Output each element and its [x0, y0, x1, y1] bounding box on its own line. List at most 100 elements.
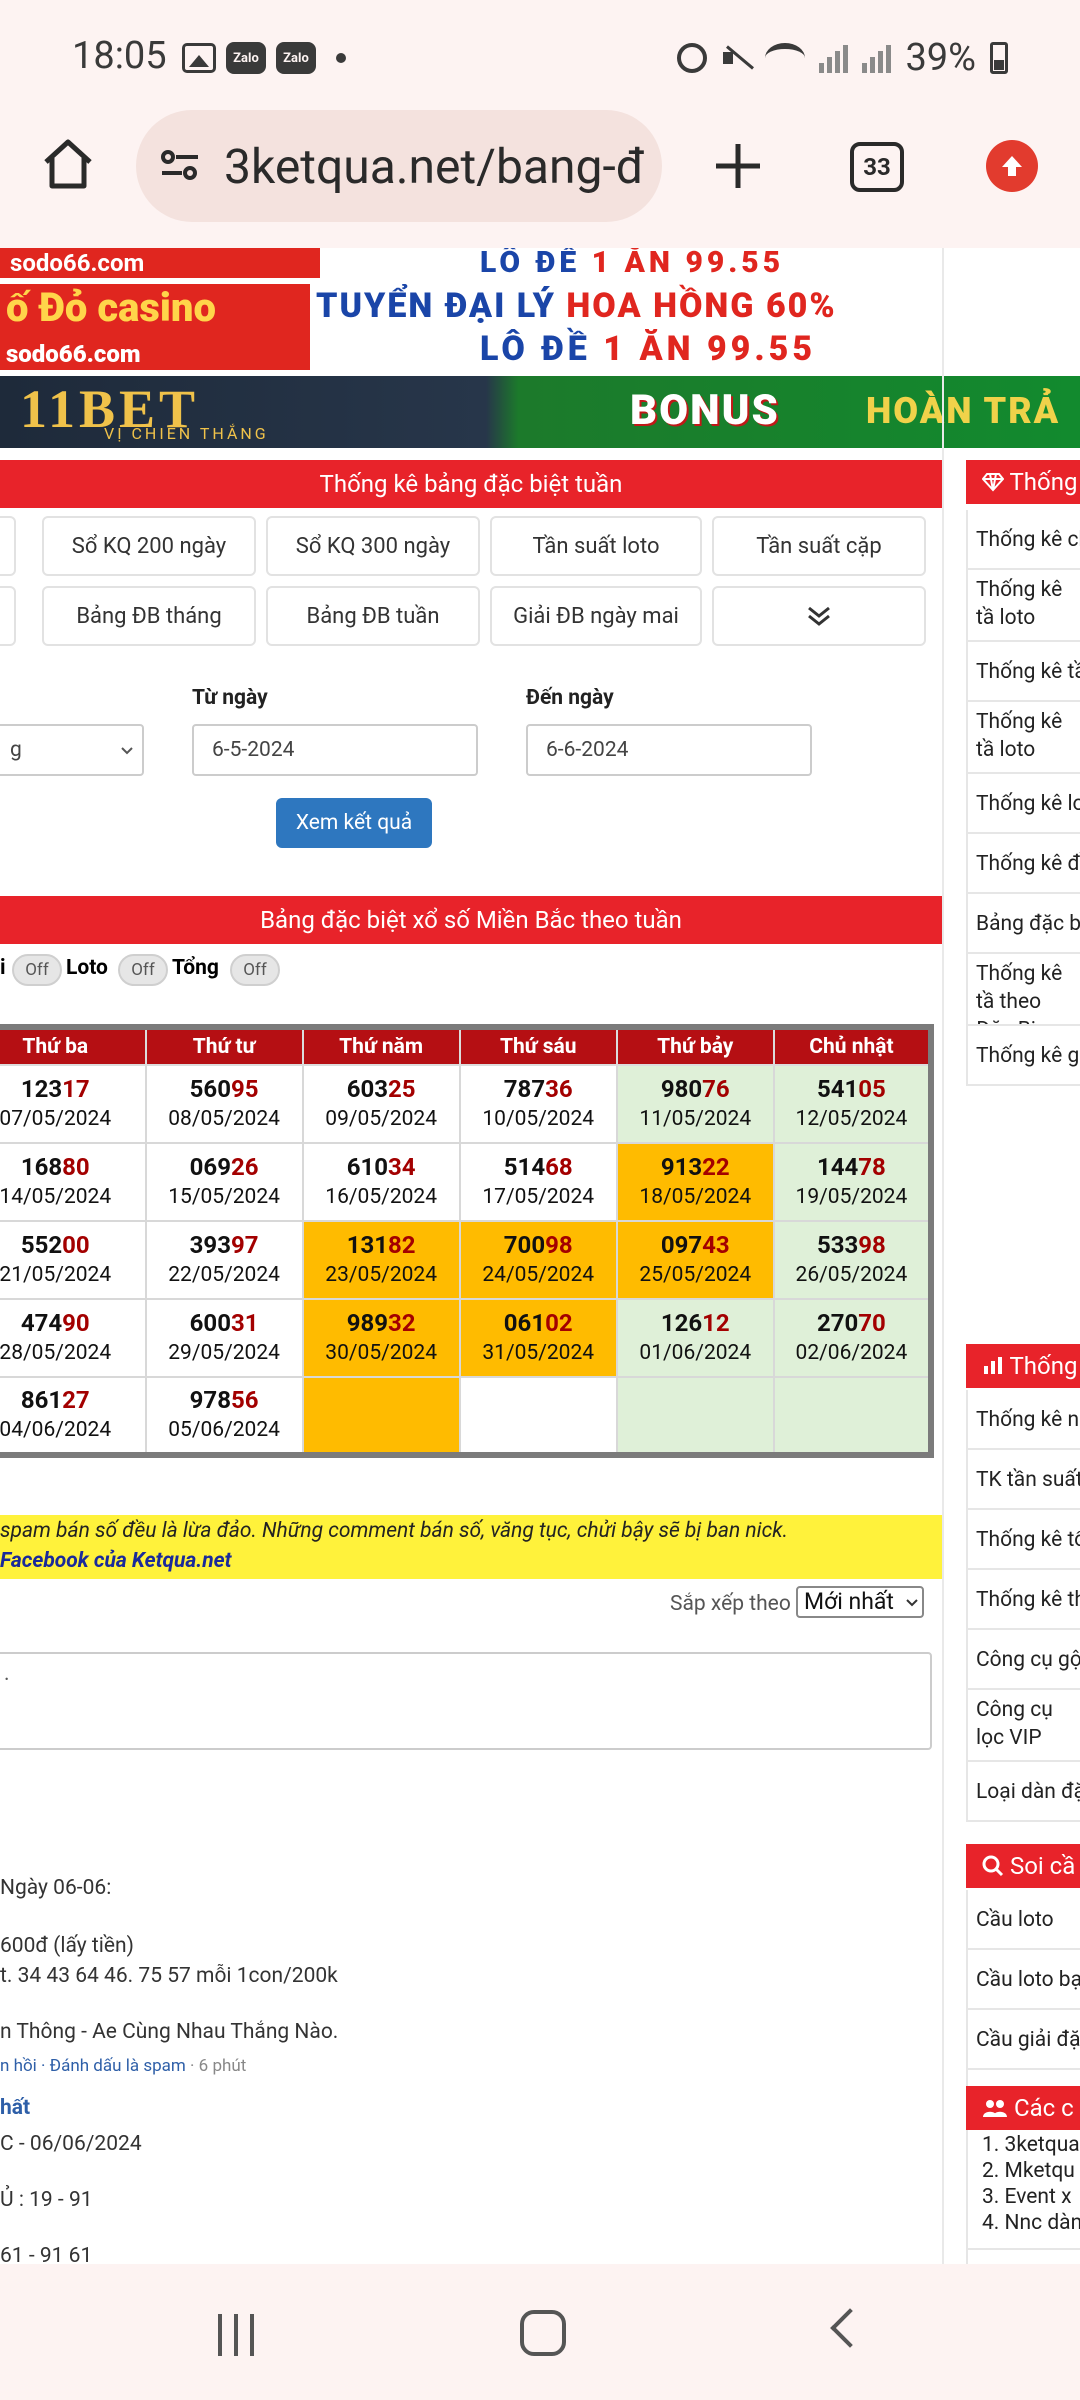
home-nav-icon[interactable] — [520, 2310, 566, 2356]
facebook-link[interactable]: Facebook của Ketqua.net — [0, 1549, 232, 1573]
sidebar-link[interactable]: Thống kê lo — [966, 774, 1080, 834]
nav-button[interactable]: Sổ KQ 200 ngày — [42, 516, 256, 576]
status-time: 18:05 — [72, 34, 167, 78]
update-icon[interactable] — [986, 140, 1038, 192]
comment-text: t. 34 43 64 46. 75 57 mỗi 1con/200k — [0, 1964, 338, 1988]
tabs-button[interactable]: 33 — [850, 142, 904, 192]
diamond-icon — [981, 473, 1005, 492]
nav-button[interactable]: Bảng ĐB tháng — [42, 586, 256, 646]
result-number: 53398 — [775, 1230, 928, 1260]
sidebar-link[interactable]: 1. 3ketqua — [966, 2132, 1080, 2158]
result-date: 10/05/2024 — [482, 1107, 595, 1131]
ad-banner-sodo66[interactable]: ố Đỏ casino sodo66.com TUYỂN ĐẠI LÝ HOA … — [0, 284, 1080, 370]
result-prefix: 144 — [816, 1153, 859, 1181]
recent-apps-icon[interactable] — [218, 2314, 262, 2356]
comment-input[interactable]: . — [0, 1652, 932, 1750]
table-row: 55200 21/05/2024 39397 22/05/2024 13182 23/05… — [0, 1220, 933, 1300]
sidebar-link[interactable]: Công cụ lọc VIP — [966, 1690, 1080, 1762]
result-last-two: 34 — [388, 1153, 416, 1181]
nav-button-partial[interactable] — [0, 516, 16, 576]
sidebar-link[interactable]: Thống kê th — [966, 1570, 1080, 1630]
result-date: 02/06/2024 — [795, 1341, 908, 1365]
home-icon[interactable] — [40, 136, 96, 192]
sidebar-link[interactable]: TK tần suất — [966, 1450, 1080, 1510]
comment-time: · 6 phút — [185, 2056, 247, 2076]
toggle-switch-tong[interactable]: Off — [230, 954, 280, 986]
sidebar-link[interactable]: Công cụ gộ — [966, 1630, 1080, 1690]
result-cell: 53398 26/05/2024 — [772, 1220, 933, 1300]
sidebar-link[interactable]: Thống kê tầ theo Đặc Bi — [966, 954, 1080, 1026]
result-date: 24/05/2024 — [482, 1263, 595, 1287]
sidebar-link[interactable]: Thống kê tầ — [966, 642, 1080, 702]
sidebar-header: Thống — [966, 460, 1080, 504]
to-date-input[interactable]: 6-6-2024 — [526, 724, 812, 776]
result-date: 17/05/2024 — [482, 1185, 595, 1209]
sidebar-link[interactable]: Cầu loto bạ — [966, 1950, 1080, 2010]
nav-button[interactable]: Tần suất cặp — [712, 516, 926, 576]
column-header: Thứ sáu — [458, 1026, 618, 1066]
nav-button-partial[interactable] — [0, 586, 16, 646]
system-nav-bar — [0, 2264, 1080, 2400]
result-number: 12317 — [0, 1074, 145, 1104]
result-number: 56095 — [147, 1074, 302, 1104]
result-cell: 16880 14/05/2024 — [0, 1142, 147, 1222]
table-row: 86127 04/06/2024 97856 05/06/2024 — [0, 1376, 933, 1456]
comment-text: 600đ (lấy tiền) — [0, 1934, 134, 1958]
toggle-switch-loto[interactable]: Off — [118, 954, 168, 986]
nav-button[interactable]: Giải ĐB ngày mai — [490, 586, 702, 646]
nav-button[interactable]: Tần suất loto — [490, 516, 702, 576]
result-date: 15/05/2024 — [168, 1185, 280, 1209]
nav-button[interactable]: Bảng ĐB tuần — [266, 586, 480, 646]
sidebar-link[interactable]: Thống kê đầ — [966, 834, 1080, 894]
sidebar-link[interactable]: Thống kê tầ loto — [966, 702, 1080, 774]
toggle-label: i — [0, 956, 6, 980]
table-header-row: Thứ ba Thứ tư Thứ năm Thứ sáu Thứ bảy Ch… — [0, 1026, 933, 1066]
result-last-two: 76 — [702, 1075, 730, 1103]
from-date-input[interactable]: 6-5-2024 — [192, 724, 478, 776]
result-last-two: 12 — [702, 1309, 730, 1337]
sidebar-link[interactable]: Cầu loto — [966, 1890, 1080, 1950]
result-date: 29/05/2024 — [168, 1341, 280, 1365]
view-results-button[interactable]: Xem kết quả — [276, 798, 432, 848]
sidebar-link[interactable]: Bảng đặc b — [966, 894, 1080, 954]
nav-button[interactable]: Sổ KQ 300 ngày — [266, 516, 480, 576]
sidebar-link[interactable]: Thống kê tổ — [966, 1510, 1080, 1570]
sidebar-link[interactable]: Cầu giải đặ — [966, 2010, 1080, 2070]
sidebar-link[interactable]: Thống kê tầ loto — [966, 570, 1080, 642]
new-tab-icon[interactable] — [710, 138, 766, 194]
result-prefix: 069 — [189, 1153, 231, 1181]
result-prefix: 123 — [20, 1075, 63, 1103]
type-select[interactable]: g — [0, 724, 144, 776]
result-cell: 12612 01/06/2024 — [615, 1298, 775, 1378]
sidebar-link[interactable]: 3. Event x — [966, 2184, 1080, 2210]
address-bar[interactable]: 3ketqua.net/bang-đ — [136, 110, 662, 222]
result-last-two: 00 — [62, 1231, 90, 1259]
url-text: 3ketqua.net/bang-đ — [224, 138, 645, 195]
ad-banner-sodo66-top[interactable]: sodo66.com LÔ ĐỀ 1 ĂN 99.55 — [0, 248, 1080, 278]
result-date: 22/05/2024 — [168, 1263, 280, 1287]
sidebar-link[interactable]: Tổng hợp cầ — [966, 2250, 1080, 2264]
site-settings-icon[interactable] — [160, 150, 200, 180]
comment-username[interactable]: hất — [0, 2096, 30, 2120]
column-divider — [942, 248, 944, 2264]
sort-select[interactable]: Mới nhất — [796, 1586, 924, 1618]
sidebar-header-text: Soi cầ — [1009, 1852, 1076, 1880]
sidebar-link[interactable]: Thống kê ch — [966, 510, 1080, 570]
mark-spam-link[interactable]: · Đánh dấu là spam — [37, 2056, 186, 2076]
table-row: 16880 14/05/2024 06926 15/05/2024 61034 16/05… — [0, 1142, 933, 1222]
result-prefix: 980 — [660, 1075, 703, 1103]
result-prefix: 978 — [189, 1386, 231, 1414]
sidebar-link[interactable]: 2. Mketqu — [966, 2158, 1080, 2184]
back-icon[interactable] — [830, 2308, 870, 2348]
reply-link[interactable]: n hồi — [0, 2056, 37, 2076]
sidebar-header-text: Thống — [1009, 1352, 1078, 1380]
banner-text: BONUS — [630, 386, 780, 435]
sidebar-link[interactable]: 4. Nnc dàn — [966, 2210, 1080, 2236]
sidebar-link[interactable]: Thống kê gi — [966, 1026, 1080, 1086]
sidebar-link[interactable]: Loại dàn đặ — [966, 1762, 1080, 1822]
toggle-switch[interactable]: Off — [12, 954, 62, 986]
result-last-two: 36 — [545, 1075, 573, 1103]
expand-button[interactable] — [712, 586, 926, 646]
sidebar-link[interactable]: Thống kê nh — [966, 1390, 1080, 1450]
ad-banner-11bet[interactable]: 11BET VỊ CHIẾN THẮNG BONUS HOÀN TRẢ — [0, 376, 1080, 448]
